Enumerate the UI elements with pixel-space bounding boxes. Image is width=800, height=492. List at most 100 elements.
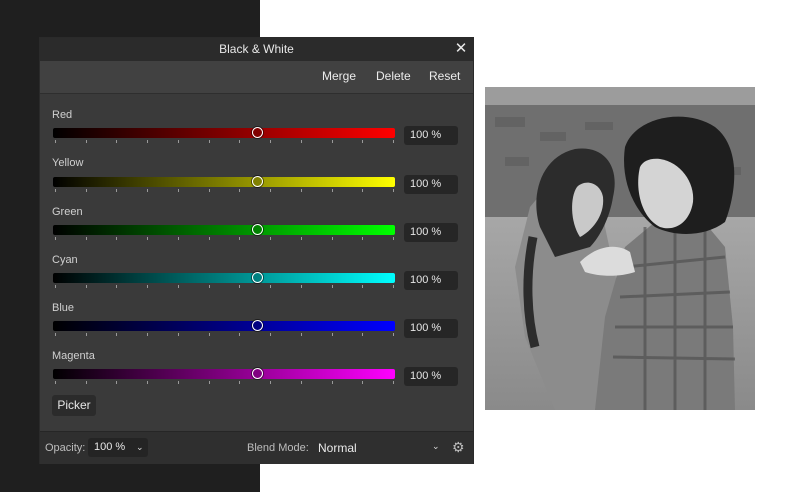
slider-tick xyxy=(116,189,118,192)
slider-track-yellow[interactable] xyxy=(53,177,395,187)
slider-tick xyxy=(147,381,149,384)
slider-tick xyxy=(331,189,333,192)
slider-ticks xyxy=(53,333,395,337)
slider-tick xyxy=(362,237,364,240)
slider-tick xyxy=(270,381,272,384)
slider-ticks xyxy=(53,285,395,289)
panel-footer: Opacity: 100 % ⌄ Blend Mode: Normal ⌄ ⚙ xyxy=(40,431,473,464)
slider-tick xyxy=(239,381,241,384)
panel-titlebar[interactable]: Black & White ✕ xyxy=(40,38,473,61)
slider-tick xyxy=(85,333,87,336)
slider-tick xyxy=(85,381,87,384)
slider-tick xyxy=(270,237,272,240)
slider-tick xyxy=(177,381,179,384)
slider-track-cyan[interactable] xyxy=(53,273,395,283)
chevron-down-icon: ⌄ xyxy=(136,442,144,452)
slider-tick xyxy=(147,333,149,336)
slider-track-green[interactable] xyxy=(53,225,395,235)
slider-ticks xyxy=(53,381,395,385)
opacity-label: Opacity: xyxy=(45,442,86,454)
slider-tick xyxy=(331,140,333,143)
blend-mode-value[interactable]: Normal xyxy=(318,441,357,455)
slider-tick xyxy=(85,237,87,240)
slider-label-red: Red xyxy=(52,109,73,121)
slider-tick xyxy=(208,140,210,143)
picker-button[interactable]: Picker xyxy=(52,395,96,416)
value-field-green[interactable]: 100 % xyxy=(404,223,458,242)
gear-icon[interactable]: ⚙ xyxy=(452,438,468,456)
slider-tick xyxy=(270,140,272,143)
slider-tick xyxy=(177,237,179,240)
value-field-cyan[interactable]: 100 % xyxy=(404,271,458,290)
slider-tick xyxy=(331,285,333,288)
panel-actions: Merge Delete Reset xyxy=(40,61,473,94)
slider-track-magenta[interactable] xyxy=(53,369,395,379)
value-field-red[interactable]: 100 % xyxy=(404,126,458,145)
slider-tick xyxy=(300,189,302,192)
slider-tick xyxy=(177,189,179,192)
slider-tick xyxy=(116,333,118,336)
slider-track-blue[interactable] xyxy=(53,321,395,331)
slider-tick xyxy=(300,140,302,143)
delete-button[interactable]: Delete xyxy=(376,69,411,83)
slider-tick xyxy=(177,333,179,336)
slider-ticks xyxy=(53,237,395,241)
slider-tick xyxy=(331,333,333,336)
slider-tick xyxy=(208,285,210,288)
slider-tick xyxy=(270,333,272,336)
slider-label-magenta: Magenta xyxy=(52,350,95,362)
slider-tick xyxy=(239,285,241,288)
slider-tick xyxy=(55,237,56,240)
slider-tick xyxy=(331,237,333,240)
slider-label-yellow: Yellow xyxy=(52,157,84,169)
slider-label-green: Green xyxy=(52,206,83,218)
slider-label-cyan: Cyan xyxy=(52,254,78,266)
slider-track-red[interactable] xyxy=(53,128,395,138)
chevron-down-icon[interactable]: ⌄ xyxy=(432,441,440,452)
slider-tick xyxy=(362,285,364,288)
slider-tick xyxy=(393,381,394,384)
slider-tick xyxy=(362,140,364,143)
slider-tick xyxy=(116,285,118,288)
slider-tick xyxy=(208,189,210,192)
slider-tick xyxy=(208,237,210,240)
slider-tick xyxy=(147,285,149,288)
panel-title: Black & White xyxy=(219,42,294,56)
blend-mode-label: Blend Mode: xyxy=(247,442,309,454)
slider-tick xyxy=(116,237,118,240)
slider-ticks xyxy=(53,189,395,193)
slider-tick xyxy=(239,237,241,240)
slider-tick xyxy=(393,333,394,336)
slider-tick xyxy=(300,285,302,288)
slider-tick xyxy=(55,140,56,143)
photo-illustration xyxy=(485,87,755,410)
slider-label-blue: Blue xyxy=(52,302,75,314)
slider-ticks xyxy=(53,140,395,144)
opacity-value: 100 % xyxy=(94,441,126,453)
slider-tick xyxy=(239,333,241,336)
value-field-yellow[interactable]: 100 % xyxy=(404,175,458,194)
value-field-magenta[interactable]: 100 % xyxy=(404,367,458,386)
slider-tick xyxy=(55,285,56,288)
slider-tick xyxy=(85,140,87,143)
slider-tick xyxy=(147,189,149,192)
slider-tick xyxy=(55,381,56,384)
close-icon[interactable]: ✕ xyxy=(453,40,469,58)
slider-tick xyxy=(55,333,56,336)
slider-tick xyxy=(116,381,118,384)
slider-tick xyxy=(362,333,364,336)
slider-tick xyxy=(362,381,364,384)
value-field-blue[interactable]: 100 % xyxy=(404,319,458,338)
slider-tick xyxy=(85,285,87,288)
slider-tick xyxy=(393,237,394,240)
slider-tick xyxy=(239,140,241,143)
slider-tick xyxy=(177,140,179,143)
opacity-dropdown[interactable]: 100 % ⌄ xyxy=(88,438,148,457)
slider-tick xyxy=(270,285,272,288)
slider-tick xyxy=(177,285,179,288)
slider-tick xyxy=(85,189,87,192)
reset-button[interactable]: Reset xyxy=(429,69,460,83)
slider-tick xyxy=(393,285,394,288)
merge-button[interactable]: Merge xyxy=(322,69,356,83)
slider-tick xyxy=(55,189,56,192)
